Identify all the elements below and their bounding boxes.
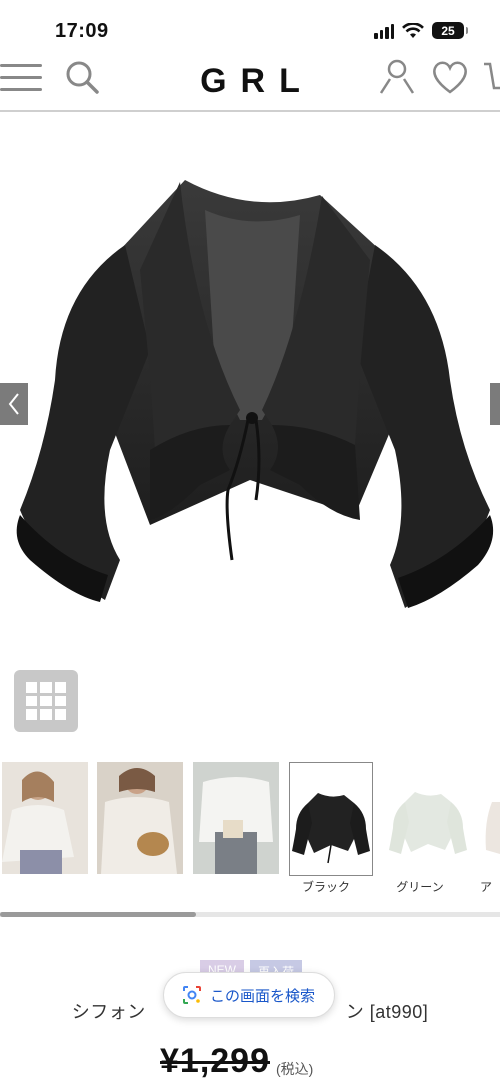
heart-icon[interactable] (430, 58, 470, 96)
search-screen-button[interactable]: この画面を検索 (163, 972, 335, 1018)
tax-label: (税込) (276, 1061, 314, 1077)
status-bar: 17:09 25 (0, 0, 500, 60)
wifi-icon (402, 22, 424, 38)
thumbnail-scrollbar-thumb[interactable] (0, 912, 196, 917)
prev-image-button[interactable] (0, 383, 28, 425)
product-title-right: ン [at990] (345, 1002, 429, 1022)
thumbnail-label-green: グリーン (396, 880, 444, 894)
lens-icon (183, 986, 201, 1004)
status-icons: 25 (374, 22, 468, 39)
thumbnail-other[interactable] (480, 762, 500, 874)
thumbnail-model-1[interactable] (2, 762, 88, 874)
thumbnail-label-other: ア (480, 880, 493, 894)
thumbnail-green[interactable] (385, 762, 471, 874)
user-icon[interactable] (378, 58, 416, 96)
thumbnail-model-2[interactable] (97, 762, 183, 874)
thumbnail-carousel: ブラック グリーン ア (0, 762, 500, 902)
site-header: GRL (0, 58, 500, 112)
cart-icon[interactable] (484, 58, 500, 96)
product-image[interactable] (0, 120, 500, 680)
site-logo[interactable]: GRL (0, 62, 500, 101)
blouse-image (16, 180, 494, 608)
price-row: ¥1,299 (税込) (160, 1042, 313, 1080)
status-time: 17:09 (55, 20, 109, 42)
search-screen-label: この画面を検索 (210, 987, 316, 1005)
chevron-left-icon (8, 393, 19, 415)
next-image-button[interactable] (490, 383, 500, 425)
product-title-left: シフォン (71, 1002, 146, 1022)
thumbnail-model-3[interactable] (193, 762, 279, 874)
signal-icon (374, 23, 394, 39)
grid-view-button[interactable] (14, 670, 78, 732)
battery-icon: 25 (432, 22, 468, 39)
thumbnail-label-black: ブラック (301, 880, 350, 894)
thumbnail-black[interactable] (289, 762, 373, 876)
product-price: ¥1,299 (160, 1042, 270, 1080)
